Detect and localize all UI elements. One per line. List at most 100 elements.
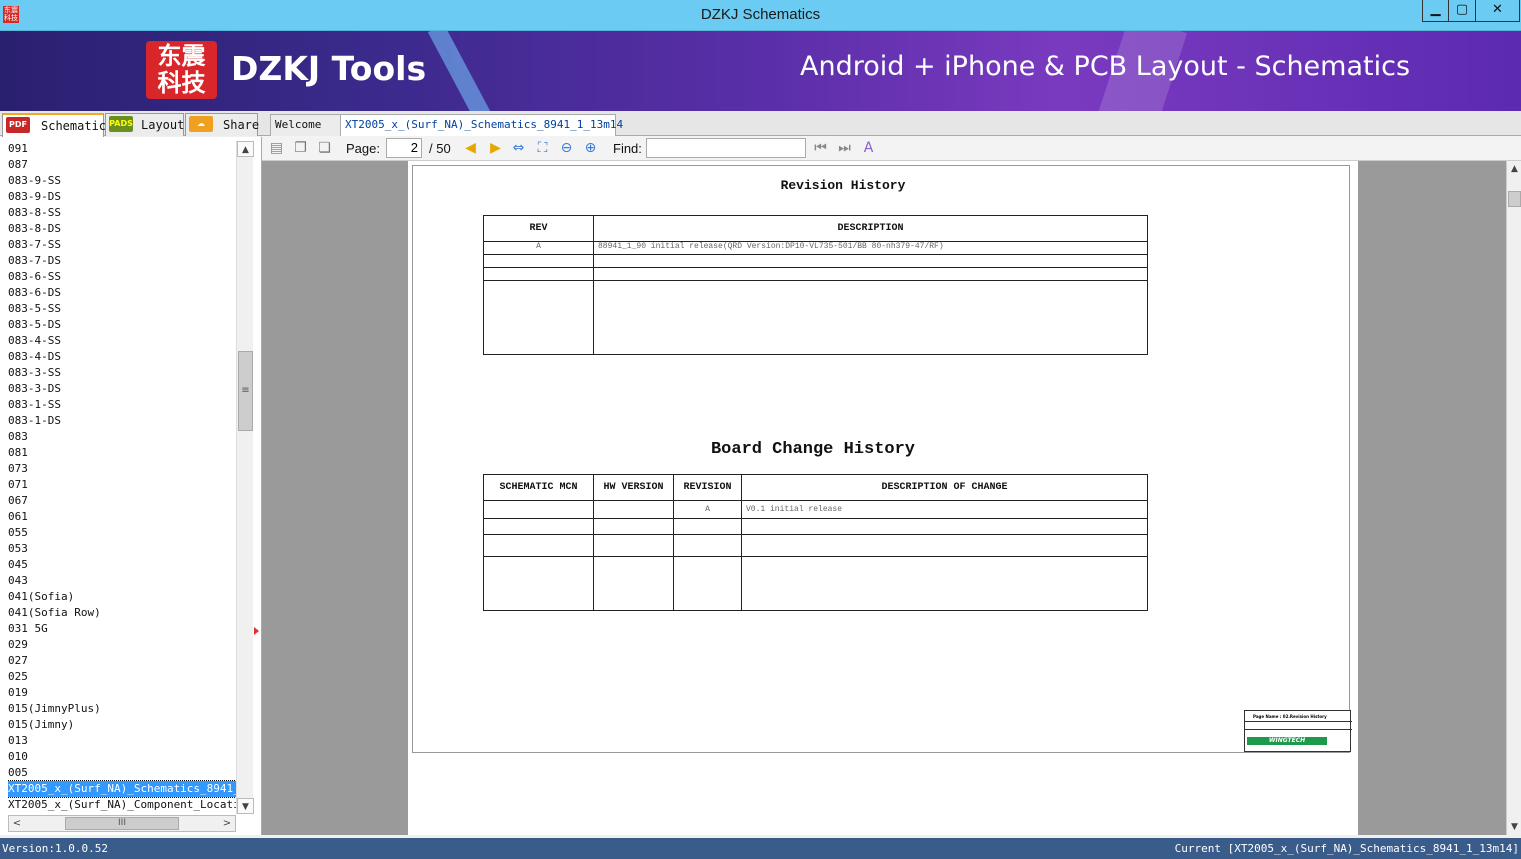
scroll-thumb[interactable]: ≡: [238, 351, 253, 431]
list-item[interactable]: 067: [8, 493, 236, 509]
scroll-down-icon[interactable]: ▼: [237, 798, 254, 814]
list-item[interactable]: 027: [8, 653, 236, 669]
open-file-icon[interactable]: ▤: [268, 140, 285, 157]
scroll-right-icon[interactable]: >: [219, 816, 235, 831]
maximize-button[interactable]: ▢: [1448, 0, 1476, 22]
list-item[interactable]: 025: [8, 669, 236, 685]
table-cell: [593, 500, 674, 519]
list-item[interactable]: 045: [8, 557, 236, 573]
fit-page-icon[interactable]: ⛶: [534, 140, 551, 157]
list-item[interactable]: 081: [8, 445, 236, 461]
table-row: [483, 556, 1148, 611]
list-item[interactable]: 083-5-SS: [8, 301, 236, 317]
tab-share[interactable]: ☁ Share: [185, 113, 259, 136]
next-page-icon[interactable]: ▶: [487, 140, 504, 157]
list-item[interactable]: 083-9-DS: [8, 189, 236, 205]
list-item[interactable]: 015(Jimny): [8, 717, 236, 733]
viewer-scroll-up-icon[interactable]: ▲: [1507, 161, 1521, 177]
list-item[interactable]: 083-3-SS: [8, 365, 236, 381]
minimize-button[interactable]: ▁: [1422, 0, 1449, 22]
list-item[interactable]: 071: [8, 477, 236, 493]
list-item[interactable]: 083-4-SS: [8, 333, 236, 349]
list-item[interactable]: 083-6-DS: [8, 285, 236, 301]
list-item[interactable]: 005: [8, 765, 236, 781]
zoom-out-icon[interactable]: ⊖: [558, 140, 575, 157]
list-item[interactable]: 091: [8, 141, 236, 157]
file-list-hscrollbar[interactable]: < III >: [8, 815, 236, 832]
scroll-left-icon[interactable]: <: [9, 816, 25, 831]
table-header: DESCRIPTION: [593, 215, 1148, 242]
list-item[interactable]: 043: [8, 573, 236, 589]
title-block: Page Name : 02.Revision History WINGTECH: [1244, 710, 1352, 752]
tab-layout[interactable]: PADS Layout: [105, 113, 184, 136]
collapse-arrow-icon[interactable]: [254, 627, 259, 635]
table-header: HW VERSION: [593, 474, 674, 501]
list-item[interactable]: 073: [8, 461, 236, 477]
window-title: DZKJ Schematics: [700, 6, 821, 23]
zoom-in-icon[interactable]: ⊕: [582, 140, 599, 157]
list-item[interactable]: 083-7-SS: [8, 237, 236, 253]
table-row: [483, 280, 1148, 355]
table-row: A V0.1 initial release: [483, 500, 1148, 519]
list-item[interactable]: 041(Sofia Row): [8, 605, 236, 621]
close-button[interactable]: ✕: [1475, 0, 1520, 22]
table-cell: [673, 518, 742, 535]
list-item[interactable]: 055: [8, 525, 236, 541]
list-item[interactable]: 083-1-DS: [8, 413, 236, 429]
list-item[interactable]: 083-6-SS: [8, 269, 236, 285]
list-item[interactable]: XT2005_x_(Surf_NA)_Schematics_8941_1_1: [8, 780, 236, 798]
list-item[interactable]: 061: [8, 509, 236, 525]
viewer-scroll-down-icon[interactable]: ▼: [1507, 819, 1521, 835]
list-item[interactable]: XT2005_x_(Surf_NA)_Component_Location_: [8, 797, 236, 811]
list-item[interactable]: 083-7-DS: [8, 253, 236, 269]
list-item[interactable]: 013: [8, 733, 236, 749]
tab-schematic[interactable]: PDF Schematic: [2, 113, 106, 137]
tab-active-document-label: XT2005_x_(Surf_NA)_Schematics_8941_1_13m…: [345, 118, 624, 131]
find-next-icon[interactable]: ⏭: [836, 140, 853, 157]
table-header: REV: [483, 215, 594, 242]
page-total: / 50: [429, 141, 451, 156]
list-item[interactable]: 029: [8, 637, 236, 653]
document-tab-strip: Welcome XT2005_x_(Surf_NA)_Schematics_89…: [262, 111, 1521, 151]
list-item[interactable]: 083-5-DS: [8, 317, 236, 333]
list-item[interactable]: 083: [8, 429, 236, 445]
list-item[interactable]: 083-3-DS: [8, 381, 236, 397]
file-list[interactable]: 091 087 083-9-SS 083-9-DS 083-8-SS 083-8-DS 08…: [8, 141, 236, 811]
viewer-vscrollbar[interactable]: ▲ ▼: [1506, 161, 1521, 835]
list-item[interactable]: 053: [8, 541, 236, 557]
brand-logo: 东震 科技: [146, 41, 217, 99]
tab-welcome[interactable]: Welcome: [270, 114, 342, 136]
list-item[interactable]: 031 5G: [8, 621, 236, 637]
table-cell: [483, 267, 594, 281]
list-item[interactable]: 083-1-SS: [8, 397, 236, 413]
scroll-up-icon[interactable]: ▲: [237, 141, 254, 157]
find-input[interactable]: [646, 138, 806, 158]
paste-page-icon[interactable]: ❏: [316, 140, 333, 157]
list-item[interactable]: 083-8-DS: [8, 221, 236, 237]
list-item[interactable]: 041(Sofia): [8, 589, 236, 605]
document-viewer[interactable]: Revision History REV DESCRIPTION A 88941_1_…: [262, 161, 1506, 835]
table-cell: [593, 556, 674, 611]
title-bar: 东震科技 DZKJ Schematics ▁ ▢ ✕: [0, 0, 1521, 31]
list-item[interactable]: 010: [8, 749, 236, 765]
list-item[interactable]: 083-4-DS: [8, 349, 236, 365]
list-item[interactable]: 087: [8, 157, 236, 173]
viewer-scroll-thumb[interactable]: [1508, 191, 1521, 207]
list-item[interactable]: 019: [8, 685, 236, 701]
find-prev-icon[interactable]: ⏮: [812, 140, 829, 157]
fit-width-icon[interactable]: ⇔: [510, 140, 527, 157]
file-list-vscrollbar[interactable]: ▲ ≡ ▼: [236, 141, 254, 814]
page-number-input[interactable]: 2: [386, 138, 422, 158]
title-block-line: [1245, 721, 1352, 722]
copy-page-icon[interactable]: ❐: [292, 140, 309, 157]
hscroll-thumb[interactable]: III: [65, 817, 179, 830]
list-item[interactable]: 015(JimnyPlus): [8, 701, 236, 717]
banner-tagline: Android + iPhone & PCB Layout - Schemati…: [800, 51, 1411, 82]
highlight-text-icon[interactable]: A: [860, 140, 877, 157]
table-cell: V0.1 initial release: [741, 500, 1148, 519]
list-item[interactable]: 083-9-SS: [8, 173, 236, 189]
prev-page-icon[interactable]: ◀: [462, 140, 479, 157]
tab-active-document[interactable]: XT2005_x_(Surf_NA)_Schematics_8941_1_13m…: [340, 114, 623, 151]
table-cell: [483, 534, 594, 557]
list-item[interactable]: 083-8-SS: [8, 205, 236, 221]
